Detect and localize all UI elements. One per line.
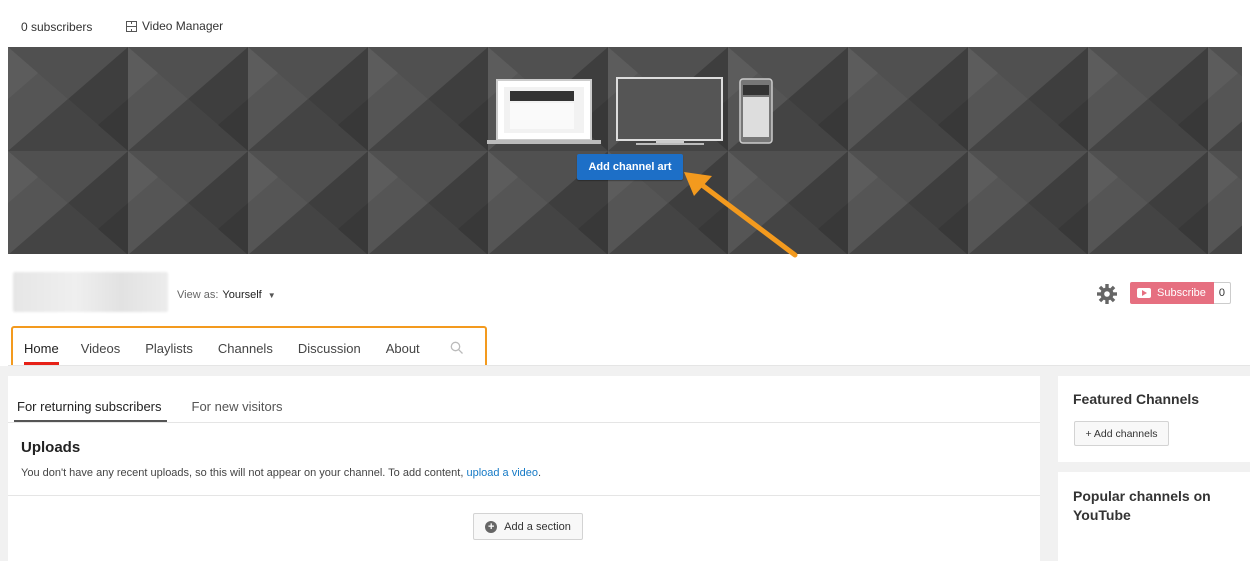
- caret-down-icon: ▼: [267, 290, 276, 300]
- view-as-label: View as:: [177, 289, 219, 301]
- add-section-button[interactable]: + Add a section: [473, 513, 583, 540]
- add-channel-art-button[interactable]: Add channel art: [577, 154, 683, 180]
- subscriber-count: 0 subscribers: [21, 20, 93, 34]
- tab-home[interactable]: Home: [24, 341, 59, 365]
- subscribe-label: Subscribe: [1157, 287, 1206, 299]
- subscribe-button[interactable]: Subscribe 0: [1130, 282, 1232, 304]
- divider: [8, 495, 1040, 496]
- video-manager-link[interactable]: Video Manager: [126, 19, 223, 33]
- featured-channels-card: [1058, 376, 1250, 462]
- period: .: [538, 467, 542, 479]
- tab-about[interactable]: About: [386, 341, 420, 363]
- add-channels-button[interactable]: + Add channels: [1074, 421, 1169, 446]
- tv-icon: [616, 77, 723, 145]
- view-as-control[interactable]: View as: Yourself ▼: [177, 289, 276, 301]
- channel-tabs: Home Videos Playlists Channels Discussio…: [24, 341, 420, 365]
- view-as-value[interactable]: Yourself: [222, 289, 261, 301]
- channel-banner: Add channel art: [8, 47, 1242, 254]
- subscribe-count: 0: [1213, 282, 1232, 304]
- add-section-label: Add a section: [504, 520, 571, 533]
- divider: [8, 422, 1040, 423]
- tab-channels[interactable]: Channels: [218, 341, 273, 363]
- annotation-arrow: [684, 172, 798, 258]
- device-preview-illustration: [487, 77, 773, 145]
- featured-channels-title: Featured Channels: [1073, 391, 1200, 407]
- tab-playlists[interactable]: Playlists: [145, 341, 193, 363]
- film-icon: [126, 20, 137, 32]
- tab-videos[interactable]: Videos: [81, 341, 121, 363]
- popular-channels-title: Popular channels on YouTube: [1073, 488, 1211, 523]
- tab-discussion[interactable]: Discussion: [298, 341, 361, 363]
- plus-circle-icon: +: [485, 520, 498, 533]
- uploads-title: Uploads: [21, 439, 81, 456]
- subscribe-label-area[interactable]: Subscribe: [1130, 282, 1214, 304]
- gear-icon[interactable]: [1096, 283, 1118, 305]
- uploads-message-text: You don't have any recent uploads, so th…: [21, 467, 464, 479]
- search-icon[interactable]: [450, 341, 464, 355]
- subtab-returning-subscribers[interactable]: For returning subscribers: [14, 399, 166, 422]
- video-manager-label: Video Manager: [142, 19, 224, 33]
- upload-video-link[interactable]: upload a video: [466, 467, 538, 479]
- subtab-new-visitors[interactable]: For new visitors: [192, 399, 283, 414]
- laptop-icon: [487, 79, 601, 144]
- audience-subtabs: For returning subscribers For new visito…: [14, 399, 283, 422]
- youtube-play-icon: [1137, 288, 1151, 298]
- channel-name-blurred: [13, 272, 168, 312]
- uploads-message: You don't have any recent uploads, so th…: [21, 467, 541, 479]
- phone-icon: [739, 78, 773, 144]
- top-bar: 0 subscribers Video Manager: [0, 0, 1250, 47]
